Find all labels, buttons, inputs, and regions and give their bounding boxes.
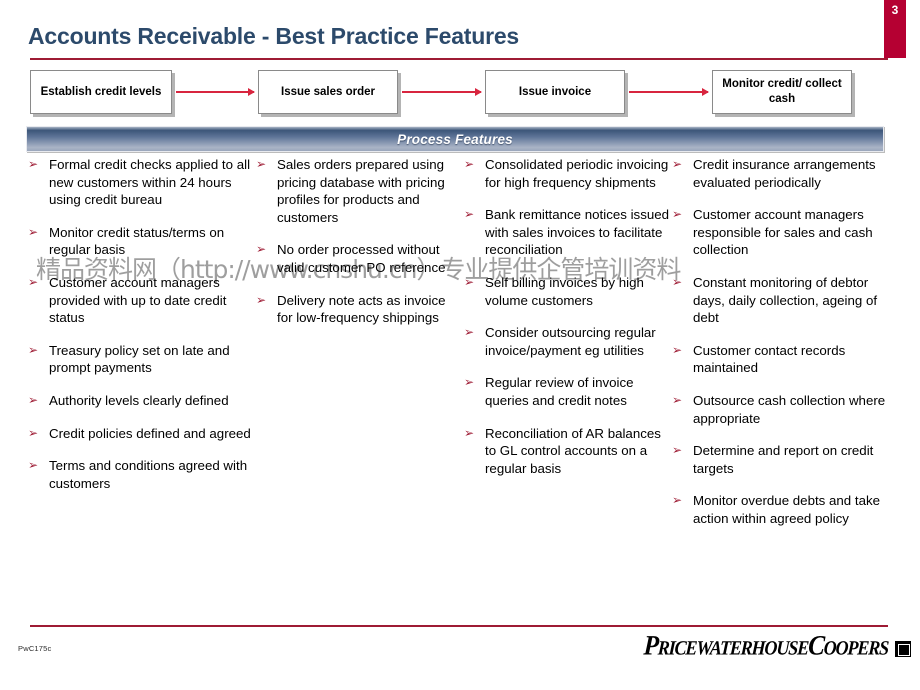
bullet-item-label: Determine and report on credit targets [693,443,874,476]
bullet-item: ➢ Determine and report on credit targets [672,442,890,477]
bullet-item: ➢ Terms and conditions agreed with custom… [28,457,256,492]
flow-box-issue-sales-order[interactable]: Issue sales order [258,70,398,114]
flow-arrow-icon-2 [402,88,482,95]
page-number-badge: 3 [884,0,906,58]
bullet-item: ➢ Bank remittance notices issued with sal… [464,206,672,259]
process-flow-diagram: Establish credit levels Issue sales orde… [30,70,890,116]
bullet-item: ➢ Monitor credit status/terms on regular … [28,224,256,259]
process-features-banner: Process Features [26,126,884,152]
bullet-arrow-icon: ➢ [672,392,683,407]
bullet-arrow-icon: ➢ [464,325,475,340]
pwc-wordmark: PricewaterhouseCoopers [642,630,890,662]
bullet-item-label: Customer contact records maintained [693,342,846,376]
bullet-item: ➢ Treasury policy set on late and prompt … [28,342,256,377]
page-title: Accounts Receivable - Best Practice Feat… [28,23,520,49]
bullet-arrow-icon: ➢ [672,342,683,357]
bullet-item: ➢ Customer account managers provided with… [28,274,256,327]
bullet-arrow-icon: ➢ [28,157,39,171]
bullet-arrow-icon: ➢ [256,157,267,171]
bullet-arrow-icon: ➢ [464,425,475,440]
bullet-item: ➢ Consolidated periodic invoicing for hig… [464,156,672,191]
bullet-item: ➢ Authority levels clearly defined [28,392,256,410]
bullet-item-label: Authority levels clearly defined [49,392,229,408]
bullet-item-label: Constant monitoring of debtor days, dail… [693,274,878,326]
bullet-item: ➢ Credit insurance arrangements evaluated… [672,156,890,191]
bullet-item-label: Formal credit checks applied to all new … [49,157,251,208]
bullet-item: ➢ Customer contact records maintained [672,342,890,377]
footer-document-code: PwC175c [18,644,52,653]
bullet-column-2: ➢ Sales orders prepared using pricing dat… [256,156,464,606]
bullet-item: ➢ Outsource cash collection where appropr… [672,392,890,427]
flow-arrow-icon-3 [629,88,709,95]
bullet-item-label: Outsource cash collection where appropri… [693,392,886,426]
bullet-item: ➢ No order processed without valid custom… [256,241,464,276]
bullet-item: ➢ Customer account managers responsible f… [672,206,890,259]
pwc-logo: PricewaterhouseCoopers [642,630,911,662]
bullet-arrow-icon: ➢ [672,443,683,458]
bullet-arrow-icon: ➢ [28,392,39,407]
bullet-arrow-icon: ➢ [28,224,39,239]
bullet-item: ➢ Consider outsourcing regular invoice/pa… [464,324,672,359]
bullet-item: ➢ Self billing invoices by high volume cu… [464,274,672,309]
bullet-arrow-icon: ➢ [672,493,683,508]
bullet-arrow-icon: ➢ [28,274,39,289]
flow-box-establish-credit-levels[interactable]: Establish credit levels [30,70,172,114]
flow-arrow-icon-1 [176,88,255,95]
bullet-item: ➢ Reconciliation of AR balances to GL con… [464,425,672,478]
bullet-item-label: Self billing invoices by high volume cus… [485,274,644,308]
bullet-item-label: Sales orders prepared using pricing data… [277,157,445,225]
bullet-arrow-icon: ➢ [28,425,39,440]
bullet-item-label: Credit policies defined and agreed [49,425,251,441]
bullet-item-label: Bank remittance notices issued with sale… [485,207,670,258]
bullet-item-label: Customer account managers provided with … [49,274,227,326]
bullet-item: ➢ Constant monitoring of debtor days, dai… [672,274,890,327]
bullet-item: ➢ Credit policies defined and agreed [28,425,256,443]
bullet-column-1: ➢ Formal credit checks applied to all new… [28,156,256,606]
bullet-columns: ➢ Formal credit checks applied to all new… [28,156,890,606]
bullet-item: ➢ Sales orders prepared using pricing dat… [256,156,464,226]
bullet-arrow-icon: ➢ [672,207,683,222]
bullet-item: ➢ Delivery note acts as invoice for low-f… [256,292,464,327]
bullet-item-label: Consider outsourcing regular invoice/pay… [485,325,656,358]
slide-canvas: 3 Accounts Receivable - Best Practice Fe… [0,0,920,690]
bullet-arrow-icon: ➢ [672,157,683,171]
footer-divider [30,625,888,627]
title-divider [30,58,888,60]
flow-box-issue-invoice[interactable]: Issue invoice [485,70,625,114]
bullet-item-label: Monitor credit status/terms on regular b… [49,224,225,258]
bullet-arrow-icon: ➢ [464,274,475,289]
bullet-item-label: Customer account managers responsible fo… [693,207,873,258]
bullet-item-label: Monitor overdue debts and take action wi… [693,493,881,526]
bullet-arrow-icon: ➢ [464,375,475,390]
bullet-arrow-icon: ➢ [28,458,39,473]
bullet-item-label: Treasury policy set on late and prompt p… [49,342,230,376]
bullet-item-label: Consolidated periodic invoicing for high… [485,157,669,190]
bullet-item-label: Delivery note acts as invoice for low-fr… [277,292,446,326]
pwc-square-mark-icon [894,641,911,657]
bullet-item-label: No order processed without valid custome… [277,242,446,275]
bullet-column-3: ➢ Consolidated periodic invoicing for hig… [464,156,672,606]
flow-box-monitor-credit-collect-cash[interactable]: Monitor credit/ collect cash [712,70,852,114]
bullet-arrow-icon: ➢ [464,207,475,222]
bullet-item-label: Terms and conditions agreed with custome… [49,458,248,491]
bullet-item-label: Regular review of invoice queries and cr… [485,375,634,408]
bullet-item: ➢ Monitor overdue debts and take action w… [672,492,890,527]
bullet-item: ➢ Formal credit checks applied to all new… [28,156,256,209]
bullet-item-label: Credit insurance arrangements evaluated … [693,157,876,190]
bullet-arrow-icon: ➢ [28,342,39,357]
bullet-arrow-icon: ➢ [464,157,475,171]
bullet-arrow-icon: ➢ [256,242,267,257]
process-features-label: Process Features [397,131,513,147]
bullet-item-label: Reconciliation of AR balances to GL cont… [485,425,661,476]
bullet-arrow-icon: ➢ [672,274,683,289]
bullet-item: ➢ Regular review of invoice queries and c… [464,374,672,409]
bullet-arrow-icon: ➢ [256,292,267,307]
bullet-column-4: ➢ Credit insurance arrangements evaluated… [672,156,890,606]
